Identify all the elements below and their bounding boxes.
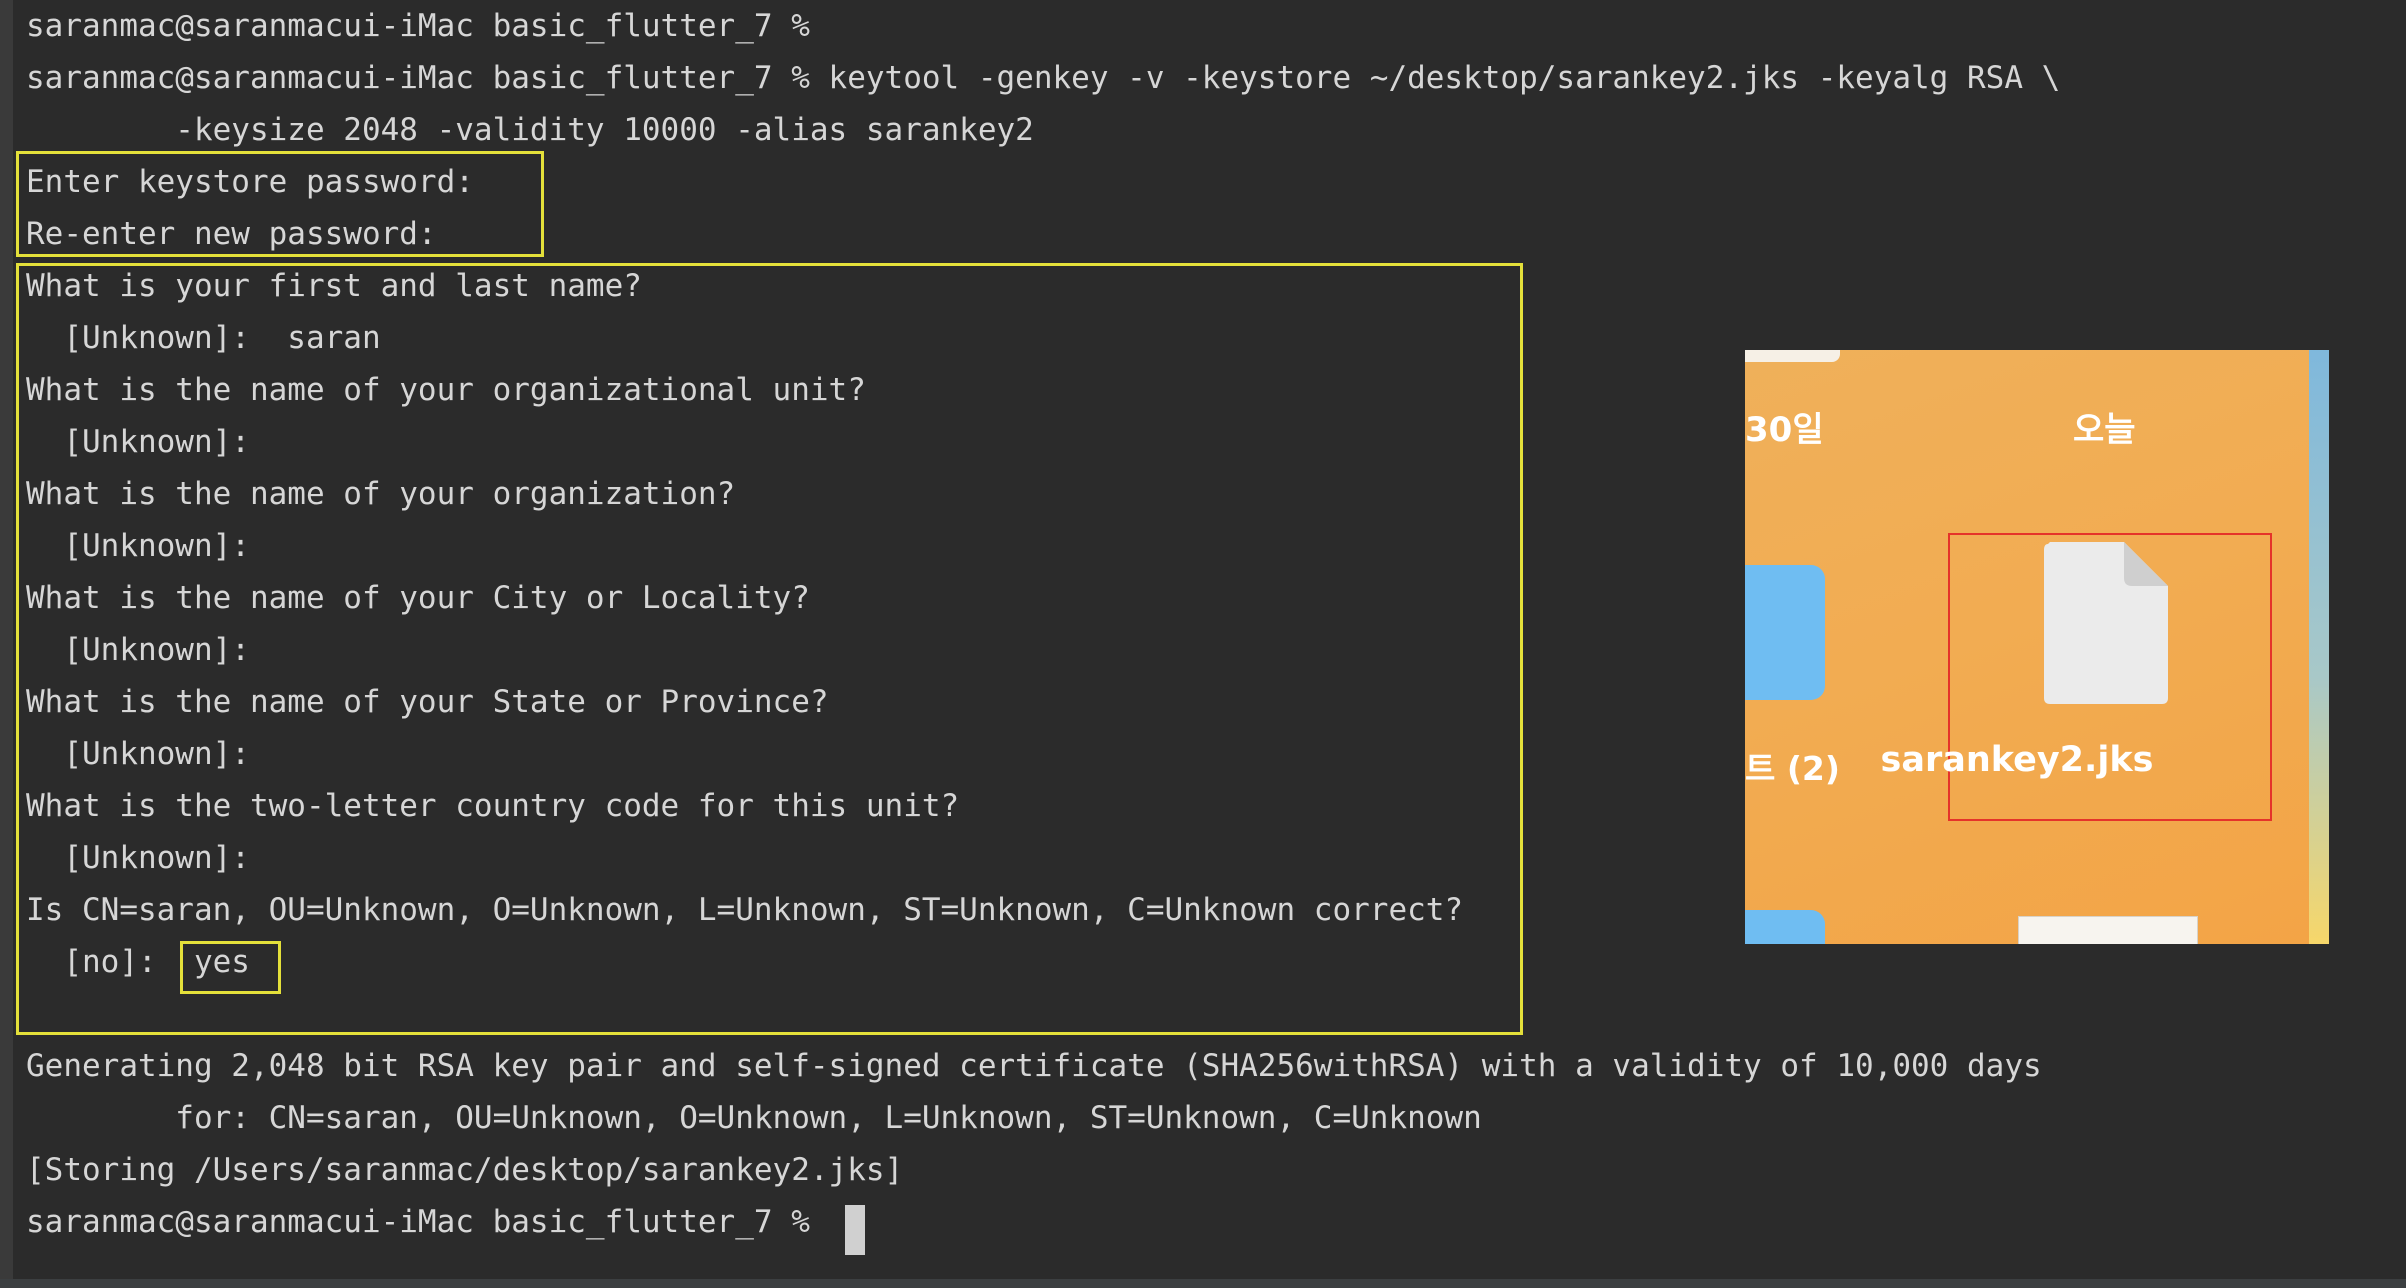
file-name-label[interactable]: sarankey2.jks xyxy=(1745,740,2289,780)
folder-icon[interactable] xyxy=(1745,565,1825,700)
yes-answer-highlight-box xyxy=(180,941,281,994)
finder-right-edge xyxy=(2309,350,2329,944)
terminal-bottom-bar xyxy=(0,1279,2406,1288)
keytool-command-continuation: -keysize 2048 -validity 10000 -alias sar… xyxy=(26,112,1034,148)
storing-line: [Storing /Users/saranmac/desktop/saranke… xyxy=(26,1152,904,1188)
terminal-screenshot: saranmac@saranmacui-iMac basic_flutter_7… xyxy=(0,0,2406,1288)
keytool-command-line: saranmac@saranmacui-iMac basic_flutter_7… xyxy=(26,60,2061,96)
terminal-gutter xyxy=(0,0,13,1288)
document-icon[interactable] xyxy=(2040,538,2172,708)
questions-highlight-box xyxy=(16,263,1523,1035)
finder-top-strip xyxy=(1745,350,1840,362)
finder-desktop-inset: 30일 오늘 트 (2) sarankey2.jks xyxy=(1745,350,2329,944)
date-group-label-right: 오늘 xyxy=(2073,410,2136,450)
folder-icon-bottom[interactable] xyxy=(1745,910,1825,944)
terminal-cursor[interactable] xyxy=(845,1205,865,1255)
document-thumbnail[interactable] xyxy=(2018,916,2198,944)
generating-line: Generating 2,048 bit RSA key pair and se… xyxy=(26,1048,2042,1084)
generating-subject-line: for: CN=saran, OU=Unknown, O=Unknown, L=… xyxy=(26,1100,1482,1136)
prompt-line: saranmac@saranmacui-iMac basic_flutter_7… xyxy=(26,8,810,44)
password-highlight-box xyxy=(16,151,544,257)
final-prompt-line: saranmac@saranmacui-iMac basic_flutter_7… xyxy=(26,1204,810,1240)
date-group-label-left: 30일 xyxy=(1745,410,1824,450)
